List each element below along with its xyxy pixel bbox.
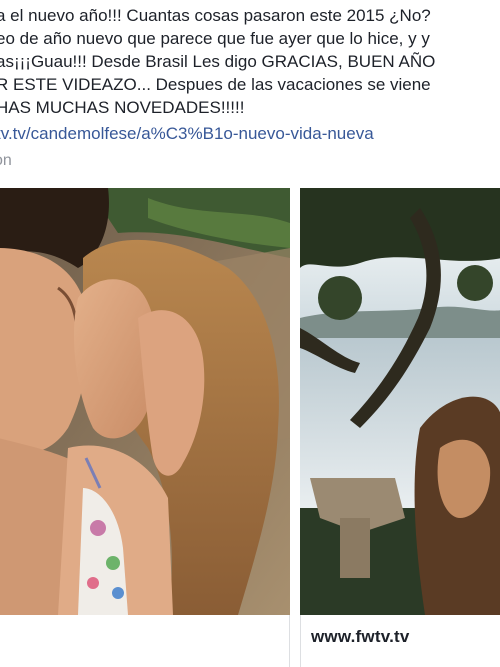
- post-text: a el nuevo año!!! Cuantas cosas pasaron …: [0, 4, 500, 119]
- post-text-line: eo de año nuevo que parece que fue ayer …: [0, 29, 430, 48]
- attachment-footer[interactable]: www.fwtv.tv: [300, 615, 500, 667]
- post-text-line: R ESTE VIDEAZO... Despues de las vacacio…: [0, 75, 431, 94]
- post-link[interactable]: tv.tv/candemolfese/a%C3%B1o-nuevo-vida-n…: [0, 124, 374, 144]
- post-text-line: HAS MUCHAS NOVEDADES!!!!!: [0, 98, 245, 117]
- couple-photo-illustration: [0, 188, 290, 615]
- sea-view-photo-illustration: [300, 188, 500, 615]
- post-text-line: as¡¡¡Guau!!! Desde Brasil Les digo GRACI…: [0, 52, 436, 71]
- post-text-line: a el nuevo año!!! Cuantas cosas pasaron …: [0, 6, 431, 25]
- attachment-domain: www.fwtv.tv: [311, 627, 410, 646]
- attachment-footer[interactable]: [0, 615, 290, 667]
- attachment-photo-sea-view[interactable]: [300, 188, 500, 615]
- post-meta: on: [0, 152, 12, 169]
- attachment-photo-couple[interactable]: [0, 188, 290, 615]
